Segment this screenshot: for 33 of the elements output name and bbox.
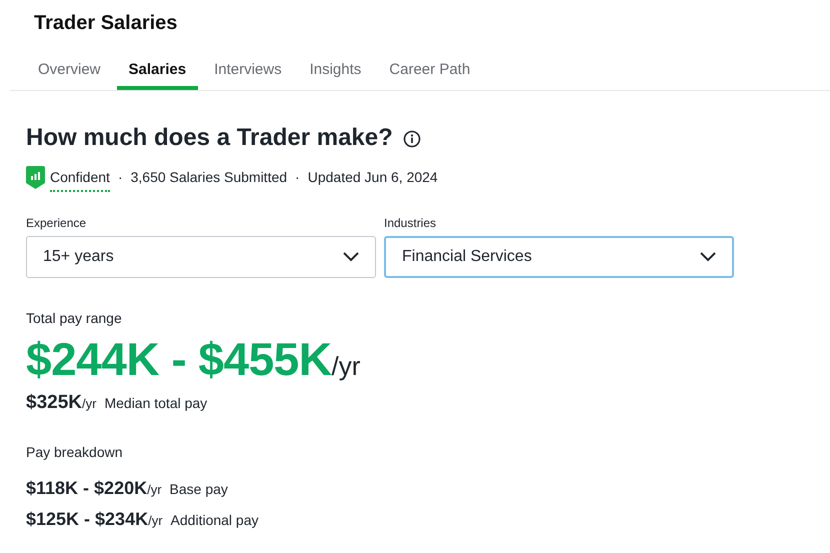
confidence-label[interactable]: Confident bbox=[50, 167, 110, 192]
dropdown[interactable]: Financial Services bbox=[384, 236, 734, 278]
pay-breakdown-label: Pay breakdown bbox=[26, 442, 124, 462]
tab[interactable]: Overview bbox=[26, 50, 113, 90]
page-title: Trader Salaries bbox=[34, 11, 178, 36]
salaries-count: 3,650 Salaries Submitted bbox=[130, 168, 288, 187]
filter-label: Industries bbox=[384, 215, 438, 232]
tab[interactable]: Interviews bbox=[202, 50, 294, 90]
separator: · bbox=[118, 168, 123, 187]
pay-type-label: Additional pay bbox=[170, 510, 258, 530]
per-year-unit: /yr bbox=[331, 351, 360, 383]
tab[interactable]: Salaries bbox=[116, 50, 198, 90]
pay-range: $118K - $220K bbox=[26, 476, 148, 500]
pay-range: $125K - $234K bbox=[26, 508, 148, 530]
total-pay-label: Total pay range bbox=[26, 309, 123, 328]
per-year-unit: /yr bbox=[82, 395, 96, 413]
per-year-unit: /yr bbox=[147, 480, 162, 499]
info-icon[interactable] bbox=[402, 130, 421, 148]
dropdown[interactable]: 15+ years bbox=[26, 236, 376, 278]
signal-shield-icon bbox=[26, 166, 45, 189]
chevron-down-icon bbox=[343, 252, 359, 262]
pay-type-label: Base pay bbox=[170, 480, 228, 499]
per-year-unit: /yr bbox=[148, 512, 163, 530]
tab[interactable]: Insights bbox=[298, 50, 374, 90]
separator: · bbox=[295, 168, 300, 187]
median-pay-label: Median total pay bbox=[104, 394, 208, 413]
heading: How much does a Trader make? bbox=[26, 123, 393, 153]
median-pay: $325K bbox=[26, 391, 82, 415]
total-pay-range: $244K - $455K bbox=[26, 332, 332, 387]
updated-date: Updated Jun 6, 2024 bbox=[308, 168, 438, 187]
filter-label: Experience bbox=[26, 215, 88, 232]
chevron-down-icon bbox=[700, 252, 716, 262]
tab[interactable]: Career Path bbox=[377, 50, 482, 90]
